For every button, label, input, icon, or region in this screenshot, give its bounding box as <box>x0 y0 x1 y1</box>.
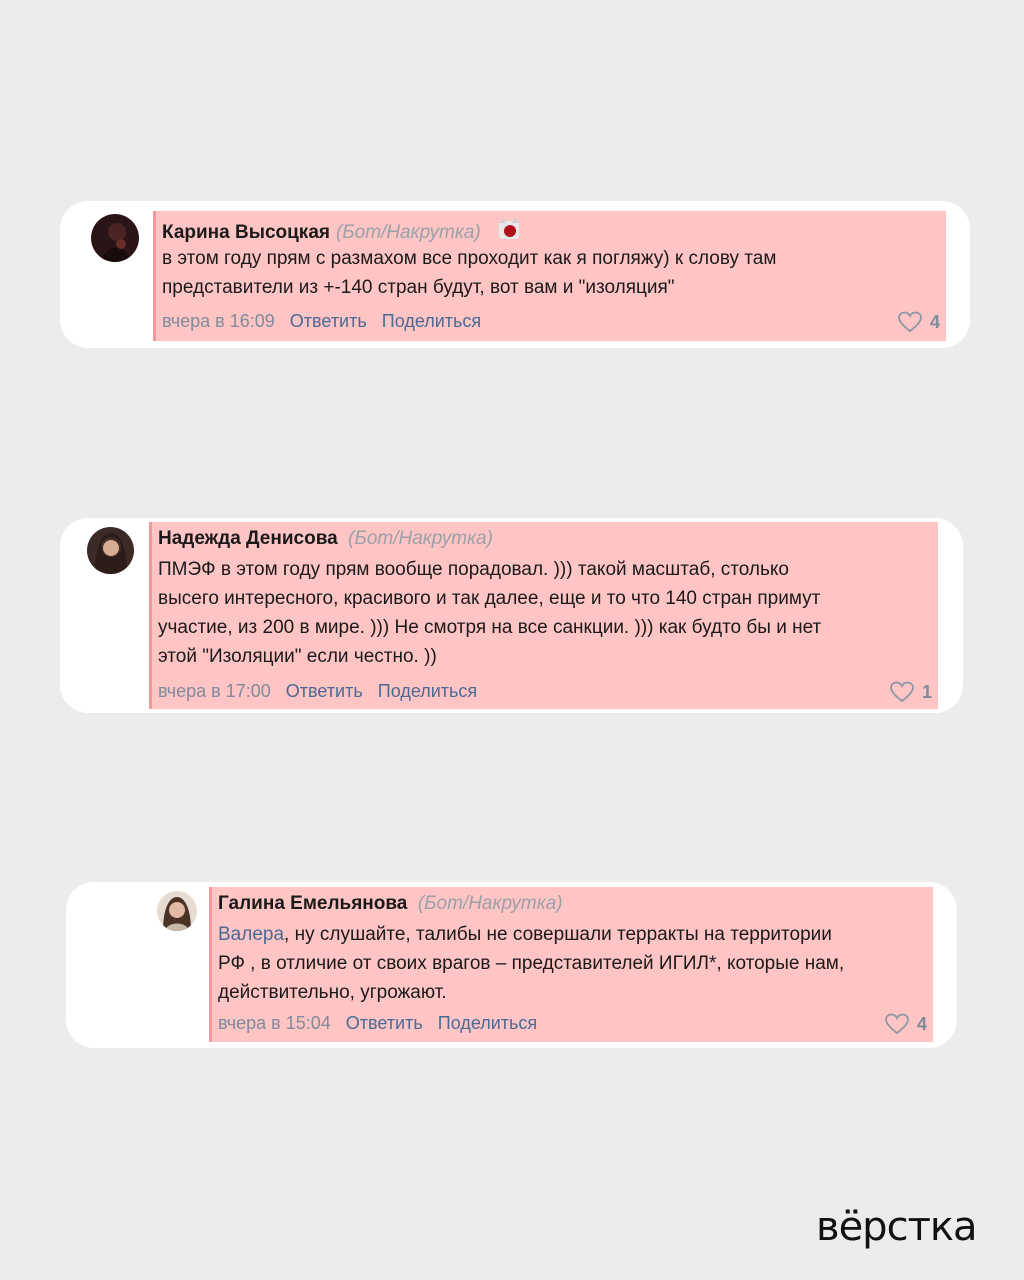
comment-highlight: Галина Емельянова (Бот/Накрутка) Валера,… <box>209 887 933 1042</box>
reply-button[interactable]: Ответить <box>346 1013 423 1033</box>
heart-icon <box>898 311 922 333</box>
reply-button[interactable]: Ответить <box>286 681 363 701</box>
avatar[interactable] <box>87 527 134 574</box>
like-count: 1 <box>921 681 932 702</box>
comment-text: в этом году прям с размахом все проходит… <box>162 248 777 298</box>
bot-tag: (Бот/Накрутка) <box>348 528 493 549</box>
avatar[interactable] <box>91 214 139 262</box>
share-button[interactable]: Поделиться <box>378 681 477 701</box>
verstka-logo: вёрстка <box>816 1204 978 1250</box>
comment-timestamp[interactable]: вчера в 15:04 <box>218 1013 331 1033</box>
like-count: 4 <box>916 1013 927 1034</box>
avatar[interactable] <box>157 891 197 931</box>
like-button[interactable]: 4 <box>898 311 940 333</box>
comment-author[interactable]: Надежда Денисова <box>158 528 338 549</box>
heart-icon <box>890 681 914 703</box>
comment-timestamp[interactable]: вчера в 16:09 <box>162 311 275 331</box>
reply-button[interactable]: Ответить <box>290 311 367 331</box>
comment-highlight: Надежда Денисова (Бот/Накрутка) ПМЭФ в э… <box>149 522 938 709</box>
comment-author[interactable]: Галина Емельянова <box>218 893 407 914</box>
like-button[interactable]: 4 <box>885 1013 927 1035</box>
bot-tag: (Бот/Накрутка) <box>335 221 481 243</box>
comment-card-1: Карина Высоцкая (Бот/Накрутка) в этом го… <box>60 201 970 348</box>
like-count: 4 <box>929 311 940 332</box>
like-button[interactable]: 1 <box>890 681 932 703</box>
comment-text: ПМЭФ в этом году прям вообще порадовал. … <box>158 559 822 667</box>
share-button[interactable]: Поделиться <box>438 1013 537 1033</box>
heart-icon <box>885 1013 909 1035</box>
mention-link[interactable]: Валера <box>218 924 284 945</box>
comment-text: Валера, ну слушайте, талибы не совершали… <box>218 924 845 1003</box>
comment-card-3: Галина Емельянова (Бот/Накрутка) Валера,… <box>66 882 957 1048</box>
comment-author[interactable]: Карина Высоцкая <box>162 222 330 244</box>
comment-highlight: Карина Высоцкая (Бот/Накрутка) в этом го… <box>153 211 946 341</box>
bot-tag: (Бот/Накрутка) <box>417 893 563 914</box>
share-button[interactable]: Поделиться <box>382 311 481 331</box>
comment-timestamp[interactable]: вчера в 17:00 <box>158 681 271 701</box>
comment-card-2: Надежда Денисова (Бот/Накрутка) ПМЭФ в э… <box>60 518 963 713</box>
